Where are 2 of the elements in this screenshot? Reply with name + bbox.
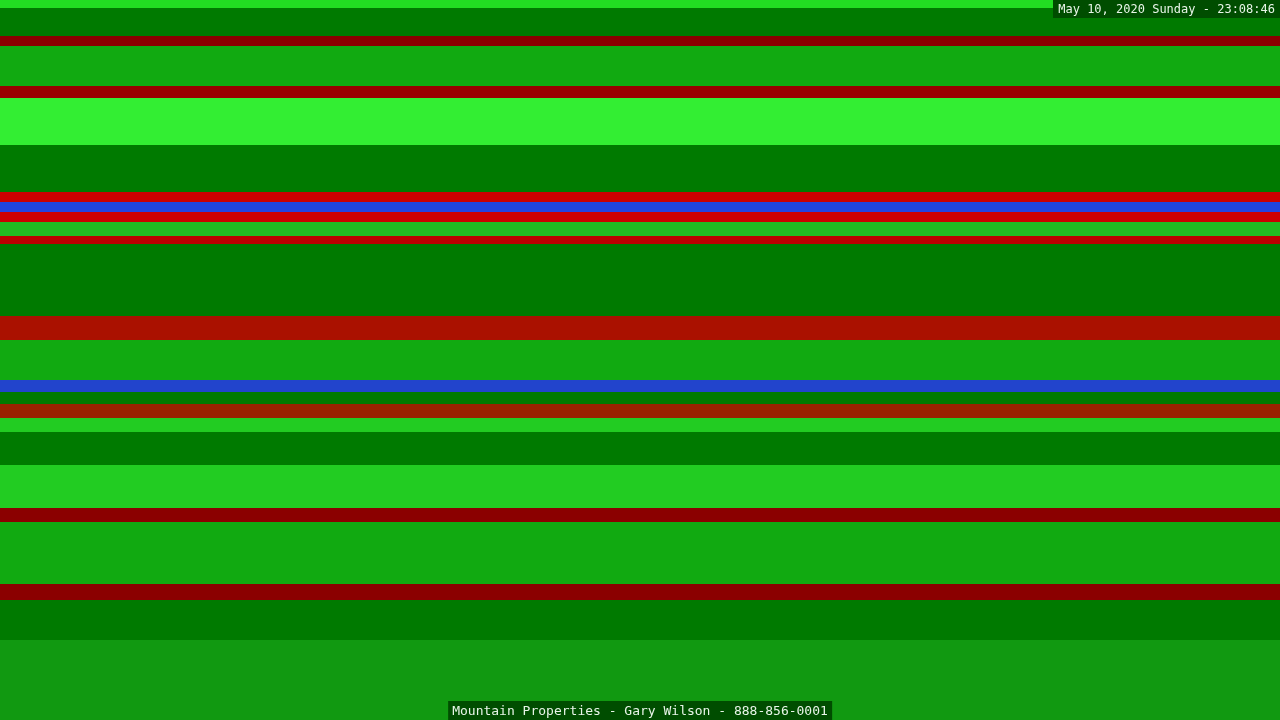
caption-overlay: Mountain Properties - Gary Wilson - 888-856-0001: [448, 701, 832, 720]
date-time-overlay: May 10, 2020 Sunday - 23:08:46: [1053, 0, 1280, 18]
